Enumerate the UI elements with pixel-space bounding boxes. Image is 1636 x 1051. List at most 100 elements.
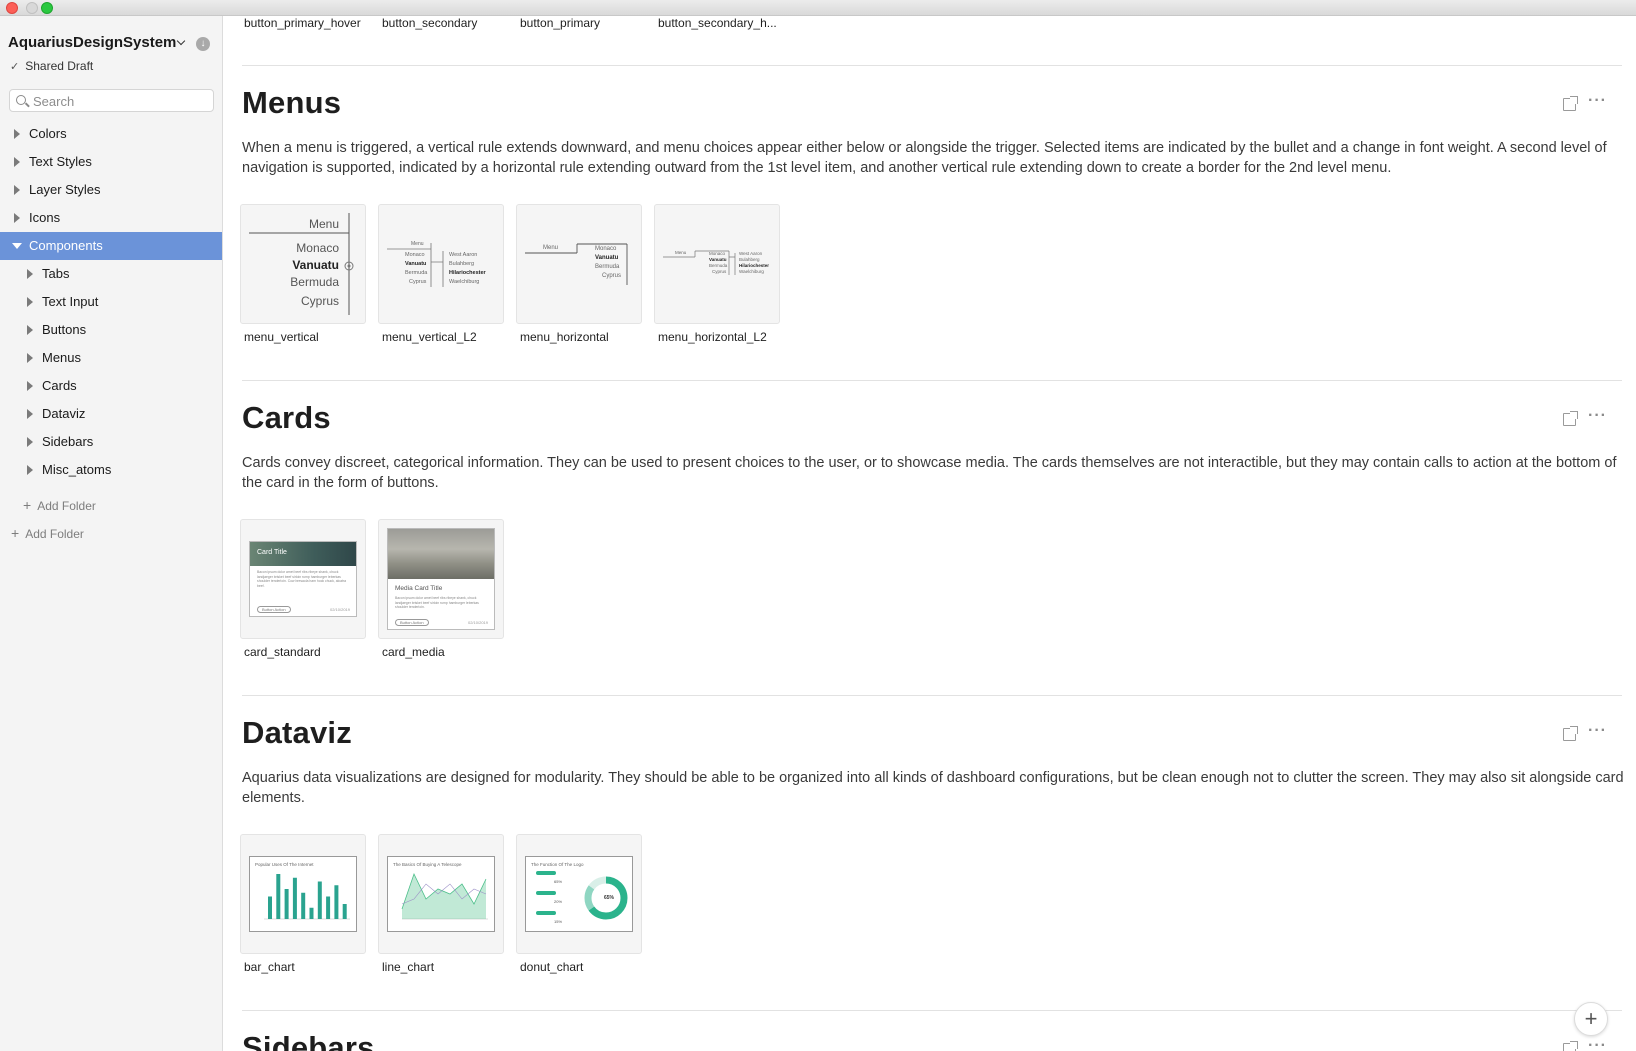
thumb-label[interactable]: line_chart xyxy=(382,960,434,974)
menu-trigger-label: Menu xyxy=(543,245,559,251)
thumb-label[interactable]: menu_horizontal xyxy=(520,330,609,344)
add-folder-label: Add Folder xyxy=(37,499,96,513)
card-date: 02/10/2019 xyxy=(467,620,488,625)
legend-pill xyxy=(536,871,556,875)
sidebar-item-label: Sidebars xyxy=(42,434,94,449)
sidebar-item-layer-styles[interactable]: Layer Styles xyxy=(0,176,222,204)
export-icon[interactable] xyxy=(1563,96,1578,111)
bar xyxy=(342,904,347,919)
disclosure-triangle-icon[interactable] xyxy=(14,157,20,167)
menu-item: Monaco xyxy=(405,252,425,258)
project-title[interactable]: AquariusDesignSystem xyxy=(8,34,176,51)
sidebar-item-colors[interactable]: Colors xyxy=(0,120,222,148)
menu-item: Cyprus xyxy=(712,269,727,274)
search-input[interactable] xyxy=(33,93,208,109)
donut-chart-svg xyxy=(536,871,628,920)
minimize-window-button[interactable] xyxy=(26,2,38,14)
menu-item-selected: Vanuatu xyxy=(595,255,619,261)
thumb-label[interactable]: card_standard xyxy=(244,645,321,659)
thumb-label[interactable]: button_secondary_h... xyxy=(658,16,777,30)
disclosure-triangle-icon[interactable] xyxy=(27,297,33,307)
thumb-label[interactable]: button_primary xyxy=(520,16,600,30)
menu-trigger-label: Menu xyxy=(411,241,424,247)
thumb-label[interactable]: menu_horizontal_L2 xyxy=(658,330,767,344)
sidebar-item-icons[interactable]: Icons xyxy=(0,204,222,232)
export-icon[interactable] xyxy=(1563,1041,1578,1051)
card-preview: Media Card Title Bacon ipsum dolor amet … xyxy=(387,528,495,630)
section-divider xyxy=(242,695,1622,696)
add-folder-button-nested[interactable]: + Add Folder xyxy=(23,497,96,513)
card-title: Media Card Title xyxy=(395,585,443,592)
close-window-button[interactable] xyxy=(6,2,18,14)
thumb-card-standard[interactable]: Card Title Bacon ipsum dolor amet beef r… xyxy=(240,519,366,639)
sidebar-item-label: Icons xyxy=(29,210,61,225)
thumb-label[interactable]: button_secondary xyxy=(382,16,477,30)
sidebar-item-text-input[interactable]: Text Input xyxy=(0,288,222,316)
thumb-menu-vertical[interactable]: Menu Monaco Vanuatu Bermuda Cyprus xyxy=(240,204,366,324)
disclosure-triangle-icon[interactable] xyxy=(14,213,20,223)
menu-item-selected: Vanuatu xyxy=(709,257,727,262)
thumb-label[interactable]: button_primary_hover xyxy=(244,16,361,30)
disclosure-triangle-open-icon[interactable] xyxy=(12,243,22,249)
submenu-item-selected: Hilariochester xyxy=(739,263,770,268)
section-description-dataviz: Aquarius data visualizations are designe… xyxy=(242,770,1624,806)
bar xyxy=(276,874,281,919)
sidebar-item-label: Buttons xyxy=(42,322,87,337)
thumb-line-chart[interactable]: The Basics Of Buying A Telescope xyxy=(378,834,504,954)
sidebar-item-components[interactable]: Components xyxy=(0,232,222,260)
more-options-icon[interactable]: ··· xyxy=(1588,408,1607,424)
bar xyxy=(292,877,297,919)
sidebar-item-label: Menus xyxy=(42,350,82,365)
disclosure-triangle-icon[interactable] xyxy=(27,437,33,447)
donut-legend-value: 15% xyxy=(554,919,563,924)
export-icon[interactable] xyxy=(1563,726,1578,741)
disclosure-triangle-icon[interactable] xyxy=(27,381,33,391)
thumb-label[interactable]: menu_vertical_L2 xyxy=(382,330,477,344)
thumb-label[interactable]: menu_vertical xyxy=(244,330,319,344)
disclosure-triangle-icon[interactable] xyxy=(14,129,20,139)
card-button: Button Action xyxy=(395,619,429,626)
bar xyxy=(326,896,331,919)
zoom-window-button[interactable] xyxy=(41,2,53,14)
chevron-down-icon[interactable] xyxy=(176,36,186,46)
donut-chart-preview: The Function Of The Logo 65% 65% 20% 15% xyxy=(525,856,633,932)
sidebar-item-misc-atoms[interactable]: Misc_atoms xyxy=(0,456,222,484)
search-icon xyxy=(16,95,26,105)
thumb-bar-chart[interactable]: Popular Uses Of The Internet xyxy=(240,834,366,954)
disclosure-triangle-icon[interactable] xyxy=(27,353,33,363)
more-options-icon[interactable]: ··· xyxy=(1588,723,1607,739)
disclosure-triangle-icon[interactable] xyxy=(27,269,33,279)
sidebar-item-buttons[interactable]: Buttons xyxy=(0,316,222,344)
download-icon[interactable]: ↓ xyxy=(196,37,210,51)
disclosure-triangle-icon[interactable] xyxy=(27,465,33,475)
sidebar-item-dataviz[interactable]: Dataviz xyxy=(0,400,222,428)
plus-icon: + xyxy=(23,497,32,513)
sidebar-item-text-styles[interactable]: Text Styles xyxy=(0,148,222,176)
add-folder-button[interactable]: + Add Folder xyxy=(11,525,84,541)
disclosure-triangle-icon[interactable] xyxy=(27,325,33,335)
submenu-item-selected: Hilariochester xyxy=(449,270,486,276)
sidebar-item-tabs[interactable]: Tabs xyxy=(0,260,222,288)
sidebar-item-sidebars[interactable]: Sidebars xyxy=(0,428,222,456)
menu-item: Cyprus xyxy=(602,273,622,279)
thumb-card-media[interactable]: Media Card Title Bacon ipsum dolor amet … xyxy=(378,519,504,639)
thumb-menu-horizontal-l2[interactable]: Menu Monaco Vanuatu Bermuda Cyprus West … xyxy=(654,204,780,324)
sidebar-item-menus[interactable]: Menus xyxy=(0,344,222,372)
thumb-label[interactable]: donut_chart xyxy=(520,960,583,974)
bar xyxy=(301,892,306,919)
donut-legend-value: 20% xyxy=(554,899,563,904)
export-icon[interactable] xyxy=(1563,411,1578,426)
disclosure-triangle-icon[interactable] xyxy=(14,185,20,195)
thumb-label[interactable]: card_media xyxy=(382,645,445,659)
sidebar-item-label: Cards xyxy=(42,378,77,393)
thumb-menu-horizontal[interactable]: Menu Monaco Vanuatu Bermuda Cyprus xyxy=(516,204,642,324)
more-options-icon[interactable]: ··· xyxy=(1588,1038,1607,1051)
more-options-icon[interactable]: ··· xyxy=(1588,93,1607,109)
sidebar-item-cards[interactable]: Cards xyxy=(0,372,222,400)
disclosure-triangle-icon[interactable] xyxy=(27,409,33,419)
search-box[interactable] xyxy=(9,89,214,112)
thumb-menu-vertical-l2[interactable]: Menu Monaco Vanuatu Bermuda Cyprus West … xyxy=(378,204,504,324)
thumb-label[interactable]: bar_chart xyxy=(244,960,295,974)
thumb-donut-chart[interactable]: The Function Of The Logo 65% 65% 20% 15% xyxy=(516,834,642,954)
add-button[interactable]: + xyxy=(1574,1002,1608,1036)
